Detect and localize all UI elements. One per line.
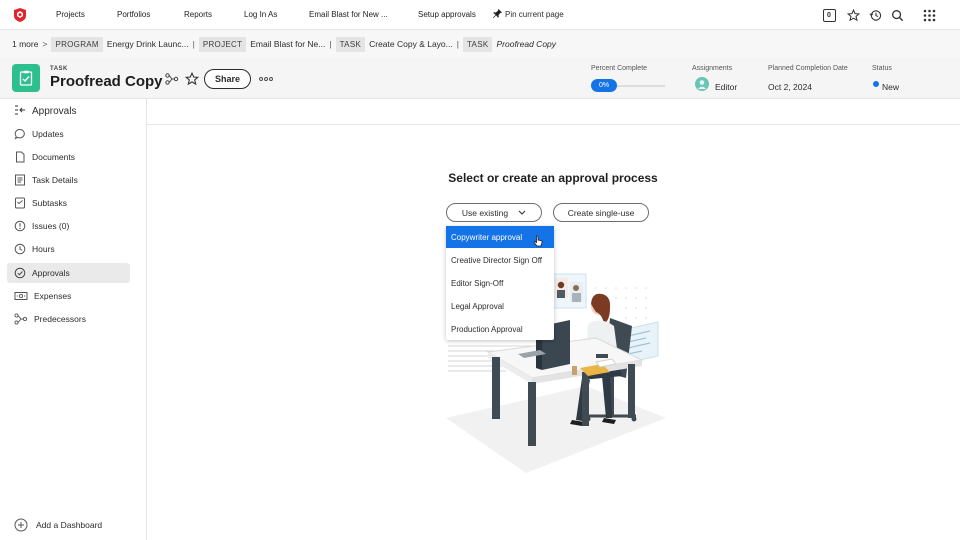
nav-projects[interactable]: Projects [56, 10, 85, 19]
check-circle-icon [14, 267, 26, 279]
object-type-label: TASK [50, 66, 68, 72]
sidebar-item-label: Predecessors [34, 314, 86, 324]
add-dashboard-button[interactable]: Add a Dashboard [14, 518, 102, 532]
pin-label: Pin current page [505, 10, 564, 19]
percent-complete-label: Percent Complete [591, 65, 648, 72]
breadcrumb-divider: | [456, 39, 459, 49]
clock-icon [14, 243, 26, 255]
breadcrumb-parent-task-link[interactable]: Create Copy & Layo... [369, 39, 453, 49]
app-logo-icon[interactable] [12, 7, 28, 23]
nav-portfolios[interactable]: Portfolios [117, 10, 150, 19]
nav-reports[interactable]: Reports [184, 10, 212, 19]
breadcrumb-task-badge: TASK [335, 36, 366, 52]
workflow-icon[interactable] [164, 72, 180, 86]
menu-item-copywriter-approval[interactable]: Copywriter approval [446, 226, 554, 248]
planned-completion-label: Planned Completion Date [768, 65, 848, 72]
menu-item-creative-director-sign-off[interactable]: Creative Director Sign Off [446, 249, 554, 271]
sidebar-item-label: Updates [32, 129, 64, 139]
nav-setup-approvals[interactable]: Setup approvals [418, 10, 476, 19]
breadcrumb: 1 more > PROGRAM Energy Drink Launc... |… [0, 30, 960, 58]
pin-icon [492, 8, 503, 21]
hand-cursor-icon [533, 235, 543, 247]
speech-bubble-icon [14, 129, 25, 140]
pin-current-page-button[interactable]: Pin current page [492, 8, 564, 21]
sidebar: Approvals Updates Documents Task Details… [0, 99, 147, 540]
sidebar-item-label: Task Details [32, 175, 78, 185]
sidebar-item-label: Approvals [32, 268, 70, 278]
breadcrumb-project-link[interactable]: Email Blast for Ne... [250, 39, 325, 49]
sidebar-item-updates[interactable]: Updates [7, 124, 130, 144]
assignments-label: Assignments [692, 65, 733, 72]
nav-log-in-as[interactable]: Log In As [244, 10, 277, 19]
chevron-down-icon [518, 210, 526, 215]
sidebar-item-subtasks[interactable]: Subtasks [7, 193, 130, 213]
planned-completion-value[interactable]: Oct 2, 2024 [768, 82, 812, 92]
sidebar-item-predecessors[interactable]: Predecessors [7, 309, 130, 329]
use-existing-label: Use existing [461, 207, 509, 218]
status-label: Status [872, 65, 892, 72]
subtasks-icon [15, 197, 25, 209]
menu-item-production-approval[interactable]: Production Approval [446, 318, 554, 340]
notifications-count-icon[interactable]: 0 [821, 7, 837, 23]
task-header: TASK Proofread Copy Share Percent Comple… [0, 58, 960, 99]
notifications-badge: 0 [822, 8, 836, 22]
create-single-use-button[interactable]: Create single-use [553, 203, 649, 222]
issue-icon [14, 220, 26, 232]
assignee-avatar [695, 77, 709, 91]
percent-complete-value[interactable]: 0% [591, 79, 617, 92]
use-existing-dropdown-button[interactable]: Use existing [446, 203, 542, 222]
sidebar-item-issues[interactable]: Issues (0) [7, 216, 130, 236]
sidebar-item-task-details[interactable]: Task Details [7, 170, 130, 190]
breadcrumb-program-badge: PROGRAM [51, 36, 103, 52]
status-value[interactable]: New [882, 82, 899, 92]
sidebar-item-label: Subtasks [32, 198, 67, 208]
sidebar-item-label: Expenses [34, 291, 72, 301]
share-button[interactable]: Share [204, 69, 251, 89]
sidebar-item-label: Hours [32, 244, 55, 254]
breadcrumb-divider: | [329, 39, 332, 49]
sidebar-item-expenses[interactable]: Expenses [7, 286, 130, 306]
collapse-sidebar-icon[interactable] [14, 105, 26, 118]
breadcrumb-chevron-icon: > [42, 39, 48, 49]
document-icon [16, 151, 25, 163]
nav-email-blast[interactable]: Email Blast for New ... [309, 10, 388, 19]
approval-process-heading: Select or create an approval process [448, 171, 658, 185]
top-navigation: Projects Portfolios Reports Log In As Em… [0, 0, 960, 30]
menu-item-editor-sign-off[interactable]: Editor Sign-Off [446, 272, 554, 294]
task-type-icon [12, 64, 40, 92]
breadcrumb-current-task: Proofread Copy [496, 39, 557, 49]
breadcrumb-program-link[interactable]: Energy Drink Launc... [107, 39, 189, 49]
predecessors-icon [14, 313, 28, 325]
more-options-icon[interactable] [258, 72, 274, 86]
page-title[interactable]: Proofread Copy [50, 73, 163, 90]
expenses-icon [14, 292, 28, 300]
sidebar-header: Approvals [0, 99, 147, 124]
star-icon[interactable] [845, 7, 861, 23]
status-dot-icon [873, 81, 879, 87]
favorite-star-icon[interactable] [184, 72, 200, 86]
breadcrumb-divider: | [192, 39, 195, 49]
content-divider [147, 124, 960, 125]
breadcrumb-more[interactable]: 1 more [12, 39, 38, 49]
sidebar-item-hours[interactable]: Hours [7, 239, 130, 259]
search-icon[interactable] [889, 7, 905, 23]
approval-options-menu: Copywriter approval Creative Director Si… [446, 226, 554, 340]
assignments-value[interactable]: Editor [715, 82, 737, 92]
breadcrumb-project-badge: PROJECT [198, 36, 247, 52]
sidebar-item-label: Issues (0) [32, 221, 70, 231]
app-grid-icon[interactable] [921, 7, 937, 23]
percent-complete-bar [617, 85, 665, 87]
menu-item-legal-approval[interactable]: Legal Approval [446, 295, 554, 317]
details-icon [15, 174, 25, 186]
history-icon[interactable] [867, 7, 883, 23]
sidebar-item-label: Documents [32, 152, 75, 162]
sidebar-section-title: Approvals [32, 106, 77, 117]
add-circle-icon [14, 518, 28, 532]
sidebar-item-approvals[interactable]: Approvals [7, 263, 130, 283]
menu-item-label: Copywriter approval [451, 232, 523, 242]
breadcrumb-task-badge: TASK [462, 36, 493, 52]
add-dashboard-label: Add a Dashboard [36, 520, 103, 530]
sidebar-item-documents[interactable]: Documents [7, 147, 130, 167]
